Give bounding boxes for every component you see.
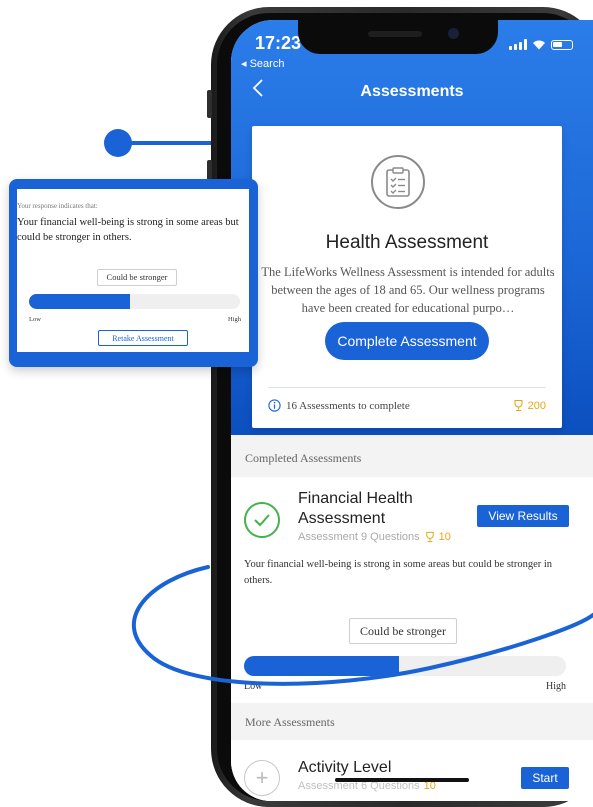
hero-title: Health Assessment [325,232,489,253]
retake-assessment-button[interactable]: Retake Assessment [98,330,188,346]
speaker-grille [368,31,422,37]
result-text: Your financial well-being is strong in s… [244,559,553,586]
phone-notch [298,20,498,54]
home-indicator [335,778,469,782]
status-indicators [509,39,573,50]
points-value: 200 [527,399,546,412]
financial-health-result-card: Financial Health Assessment Assessment 9… [231,477,593,703]
result-points: 10 [424,531,451,543]
hero-description: The LifeWorks Wellness Assessment is int… [261,265,555,315]
wifi-icon [533,40,545,50]
result-meta-label: Assessment 9 Questions [298,531,420,543]
health-assessment-card: Health Assessment The LifeWorks Wellness… [252,126,562,428]
front-camera [448,28,459,39]
popup-high-label: High [228,316,241,323]
high-label: High [546,681,566,692]
clipboard-icon [371,155,425,209]
popup-bubble: Could be stronger [97,269,177,286]
points-badge: 200 [512,399,546,412]
plus-icon: + [244,760,280,796]
low-label: Low [244,681,263,692]
check-icon [244,502,280,538]
assessments-remaining-label: 16 Assessments to complete [286,399,410,412]
result-level-fill [244,656,399,676]
divider [268,387,546,388]
result-level-bar [244,656,566,676]
start-button[interactable]: Start [521,767,569,789]
result-popup: Your response indicates that: Your finan… [9,179,258,367]
trophy-icon [425,531,434,543]
status-time: 17:23 [255,33,302,53]
popup-message: Your financial well-being is strong in s… [17,217,239,243]
signal-icon [509,39,527,50]
info-icon [268,399,281,412]
popup-low-label: Low [29,316,41,323]
result-meta: Assessment 9 Questions 10 [298,531,451,543]
more-section-header: More Assessments [231,704,593,740]
popup-content: Your response indicates that: Your finan… [17,189,249,352]
more-title: Activity Level [298,759,392,776]
view-results-button[interactable]: View Results [477,505,569,527]
mute-switch [207,90,212,118]
activity-level-card: + Activity Level Assessment 6 Questions … [231,740,593,801]
connector-dot [104,129,132,157]
status-back-link[interactable]: ◂ Search [241,57,284,70]
complete-assessment-button[interactable]: Complete Assessment [325,322,489,360]
popup-level-bar [29,294,240,309]
trophy-icon [514,399,523,412]
popup-level-fill [29,294,131,309]
result-bubble: Could be stronger [349,618,457,644]
result-title: Financial Health Assessment [298,490,413,527]
popup-intro: Your response indicates that: [17,202,98,210]
battery-icon [551,39,573,50]
page-title: Assessments [360,83,464,100]
phone-screen: 17:23 ◂ Search Assessments Health Assess… [231,20,593,801]
assessments-remaining: 16 Assessments to complete [268,399,410,412]
result-points-value: 10 [438,531,451,543]
completed-section-header: Completed Assessments [231,440,593,476]
